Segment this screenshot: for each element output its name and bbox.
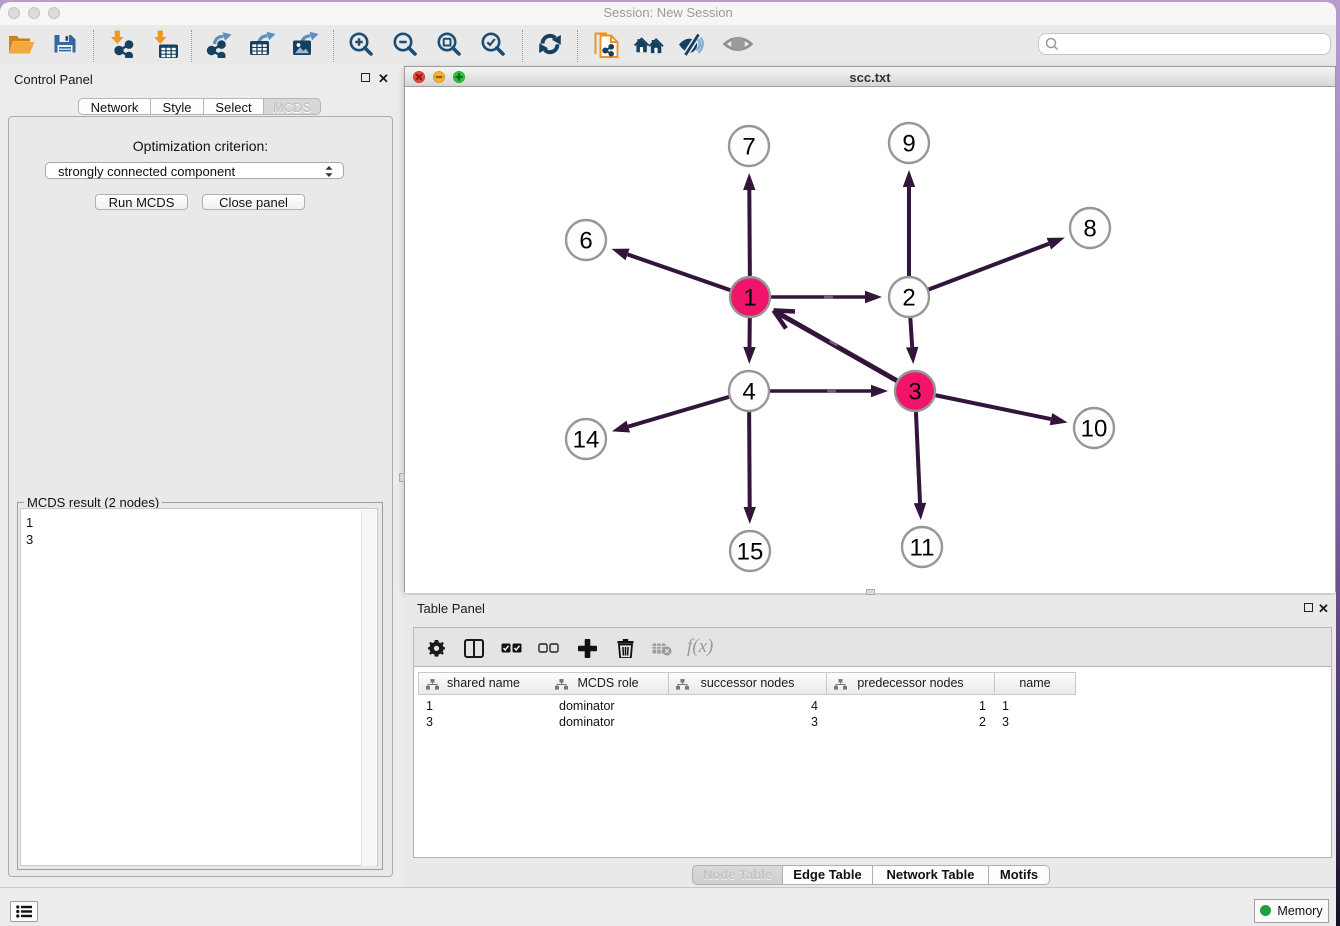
svg-text:15: 15: [737, 539, 764, 566]
svg-text:7: 7: [742, 134, 755, 161]
svg-text:6: 6: [579, 228, 592, 255]
svg-text:8: 8: [1083, 216, 1096, 243]
svg-text:11: 11: [910, 535, 935, 562]
svg-text:10: 10: [1081, 416, 1108, 443]
svg-text:9: 9: [902, 131, 915, 158]
svg-text:14: 14: [573, 427, 600, 454]
svg-text:3: 3: [908, 379, 921, 406]
svg-text:2: 2: [902, 285, 915, 312]
svg-text:1: 1: [743, 285, 756, 312]
svg-text:4: 4: [742, 379, 755, 406]
